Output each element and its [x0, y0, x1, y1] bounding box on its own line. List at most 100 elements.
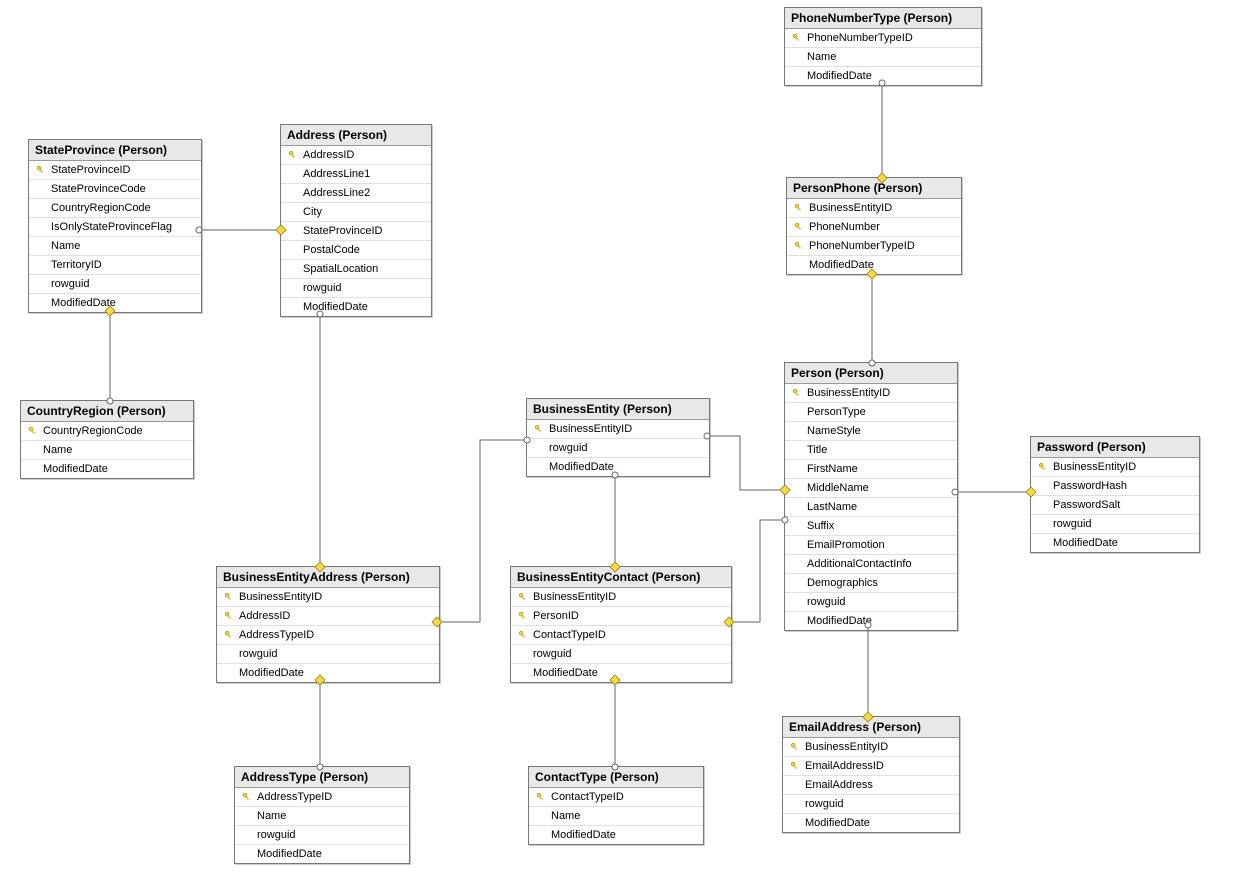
column-row[interactable]: Name: [29, 237, 201, 256]
column-row[interactable]: ModifiedDate: [511, 664, 731, 682]
table-contactType[interactable]: ContactType (Person)ContactTypeIDNameMod…: [528, 766, 704, 845]
table-password[interactable]: Password (Person)BusinessEntityIDPasswor…: [1030, 436, 1200, 553]
table-countryRegion[interactable]: CountryRegion (Person)CountryRegionCodeN…: [20, 400, 194, 479]
column-row[interactable]: AdditionalContactInfo: [785, 555, 957, 574]
column-row[interactable]: StateProvinceID: [29, 161, 201, 180]
column-row[interactable]: AddressID: [281, 146, 431, 165]
column-row[interactable]: BusinessEntityID: [783, 738, 959, 757]
column-row[interactable]: PasswordHash: [1031, 477, 1199, 496]
key-cell: [1035, 462, 1051, 472]
column-row[interactable]: rowguid: [785, 593, 957, 612]
column-row[interactable]: ModifiedDate: [217, 664, 439, 682]
column-row[interactable]: BusinessEntityID: [511, 588, 731, 607]
table-header[interactable]: AddressType (Person): [235, 767, 409, 788]
table-header[interactable]: BusinessEntity (Person): [527, 399, 709, 420]
column-row[interactable]: rowguid: [511, 645, 731, 664]
column-row[interactable]: PasswordSalt: [1031, 496, 1199, 515]
column-row[interactable]: ModifiedDate: [29, 294, 201, 312]
column-row[interactable]: StateProvinceID: [281, 222, 431, 241]
column-row[interactable]: NameStyle: [785, 422, 957, 441]
table-stateProvince[interactable]: StateProvince (Person)StateProvinceIDSta…: [28, 139, 202, 313]
column-row[interactable]: BusinessEntityID: [787, 199, 961, 218]
column-row[interactable]: CountryRegionCode: [21, 422, 193, 441]
column-row[interactable]: ModifiedDate: [235, 845, 409, 863]
column-row[interactable]: rowguid: [235, 826, 409, 845]
column-row[interactable]: City: [281, 203, 431, 222]
column-row[interactable]: PersonID: [511, 607, 731, 626]
column-row[interactable]: AddressLine2: [281, 184, 431, 203]
table-header[interactable]: EmailAddress (Person): [783, 717, 959, 738]
column-row[interactable]: ModifiedDate: [783, 814, 959, 832]
column-row[interactable]: ModifiedDate: [281, 298, 431, 316]
column-row[interactable]: EmailPromotion: [785, 536, 957, 555]
column-row[interactable]: PostalCode: [281, 241, 431, 260]
column-row[interactable]: Suffix: [785, 517, 957, 536]
column-row[interactable]: StateProvinceCode: [29, 180, 201, 199]
table-header[interactable]: Password (Person): [1031, 437, 1199, 458]
table-businessEntityContact[interactable]: BusinessEntityContact (Person)BusinessEn…: [510, 566, 732, 683]
table-address[interactable]: Address (Person)AddressIDAddressLine1Add…: [280, 124, 432, 317]
column-row[interactable]: BusinessEntityID: [785, 384, 957, 403]
primary-key-icon: [794, 203, 804, 213]
table-phoneNumberType[interactable]: PhoneNumberType (Person)PhoneNumberTypeI…: [784, 7, 982, 86]
column-row[interactable]: TerritoryID: [29, 256, 201, 275]
table-header[interactable]: Address (Person): [281, 125, 431, 146]
column-row[interactable]: PhoneNumberTypeID: [787, 237, 961, 256]
column-row[interactable]: PhoneNumber: [787, 218, 961, 237]
column-row[interactable]: Name: [235, 807, 409, 826]
column-row[interactable]: rowguid: [29, 275, 201, 294]
column-row[interactable]: LastName: [785, 498, 957, 517]
column-row[interactable]: AddressID: [217, 607, 439, 626]
table-header[interactable]: Person (Person): [785, 363, 957, 384]
table-addressType[interactable]: AddressType (Person)AddressTypeIDNamerow…: [234, 766, 410, 864]
column-row[interactable]: ModifiedDate: [529, 826, 703, 844]
column-row[interactable]: SpatialLocation: [281, 260, 431, 279]
column-row[interactable]: ModifiedDate: [787, 256, 961, 274]
table-header[interactable]: CountryRegion (Person): [21, 401, 193, 422]
column-row[interactable]: rowguid: [1031, 515, 1199, 534]
column-row[interactable]: IsOnlyStateProvinceFlag: [29, 218, 201, 237]
column-row[interactable]: AddressLine1: [281, 165, 431, 184]
table-header[interactable]: BusinessEntityAddress (Person): [217, 567, 439, 588]
table-header[interactable]: ContactType (Person): [529, 767, 703, 788]
column-row[interactable]: EmailAddress: [783, 776, 959, 795]
column-row[interactable]: ModifiedDate: [785, 67, 981, 85]
column-row[interactable]: ContactTypeID: [511, 626, 731, 645]
column-row[interactable]: ModifiedDate: [1031, 534, 1199, 552]
column-row[interactable]: Name: [21, 441, 193, 460]
column-row[interactable]: PersonType: [785, 403, 957, 422]
column-name: CountryRegionCode: [49, 199, 197, 217]
column-row[interactable]: rowguid: [281, 279, 431, 298]
column-row[interactable]: BusinessEntityID: [217, 588, 439, 607]
table-header[interactable]: StateProvince (Person): [29, 140, 201, 161]
column-row[interactable]: FirstName: [785, 460, 957, 479]
key-cell: [531, 424, 547, 434]
column-row[interactable]: Demographics: [785, 574, 957, 593]
column-row[interactable]: PhoneNumberTypeID: [785, 29, 981, 48]
table-personPhone[interactable]: PersonPhone (Person)BusinessEntityIDPhon…: [786, 177, 962, 275]
column-row[interactable]: Title: [785, 441, 957, 460]
column-row[interactable]: BusinessEntityID: [1031, 458, 1199, 477]
column-row[interactable]: AddressTypeID: [217, 626, 439, 645]
table-businessEntity[interactable]: BusinessEntity (Person)BusinessEntityIDr…: [526, 398, 710, 477]
column-row[interactable]: CountryRegionCode: [29, 199, 201, 218]
table-businessEntityAddress[interactable]: BusinessEntityAddress (Person)BusinessEn…: [216, 566, 440, 683]
column-row[interactable]: EmailAddressID: [783, 757, 959, 776]
column-row[interactable]: ContactTypeID: [529, 788, 703, 807]
column-row[interactable]: BusinessEntityID: [527, 420, 709, 439]
table-header[interactable]: PhoneNumberType (Person): [785, 8, 981, 29]
column-row[interactable]: Name: [785, 48, 981, 67]
table-header[interactable]: BusinessEntityContact (Person): [511, 567, 731, 588]
column-row[interactable]: rowguid: [527, 439, 709, 458]
column-row[interactable]: Name: [529, 807, 703, 826]
table-person[interactable]: Person (Person)BusinessEntityIDPersonTyp…: [784, 362, 958, 631]
column-row[interactable]: rowguid: [783, 795, 959, 814]
column-row[interactable]: AddressTypeID: [235, 788, 409, 807]
column-row[interactable]: rowguid: [217, 645, 439, 664]
column-row[interactable]: ModifiedDate: [527, 458, 709, 476]
column-row[interactable]: ModifiedDate: [21, 460, 193, 478]
table-emailAddress[interactable]: EmailAddress (Person)BusinessEntityIDEma…: [782, 716, 960, 833]
table-header[interactable]: PersonPhone (Person): [787, 178, 961, 199]
column-row[interactable]: MiddleName: [785, 479, 957, 498]
column-row[interactable]: ModifiedDate: [785, 612, 957, 630]
